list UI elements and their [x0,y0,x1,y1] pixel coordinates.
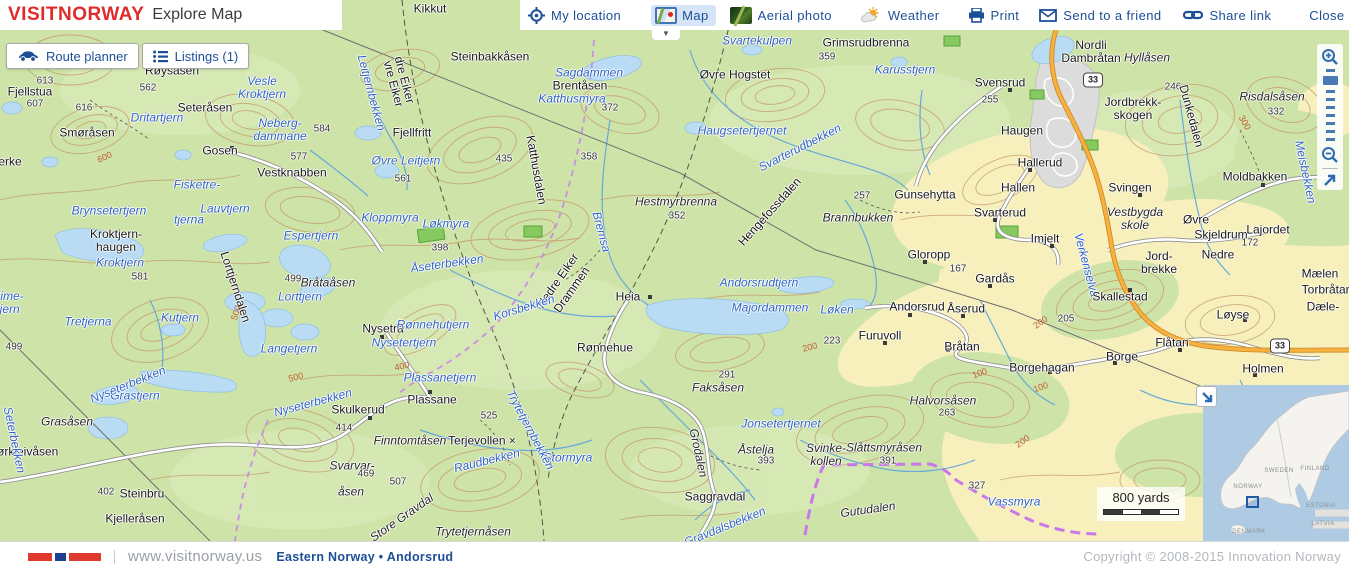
zoom-slider-handle[interactable] [1323,76,1338,85]
scale-bar [1103,509,1179,515]
share-link-button[interactable]: Share link [1183,8,1271,23]
weather-button[interactable]: Weather [860,7,940,23]
fullscreen-arrow-icon[interactable] [1323,173,1337,187]
zoom-slider-tick[interactable] [1326,90,1335,93]
aerial-photo-button[interactable]: Aerial photo [730,7,832,24]
location-target-icon [528,7,545,24]
weather-sun-cloud-icon [860,7,882,23]
breadcrumb-location: Eastern Norway • Andorsrud [276,550,453,564]
page-title: Explore Map [152,6,242,24]
send-to-friend-label: Send to a friend [1063,8,1161,23]
zoom-slider-tick[interactable] [1326,114,1335,117]
car-icon [17,50,39,62]
weather-label: Weather [888,8,940,23]
top-toolbar: My location Map Aerial photo Weather [520,0,1349,30]
zoom-slider-tick[interactable] [1326,122,1335,125]
envelope-icon [1039,9,1057,22]
minimap-country-label: NORWAY [1233,484,1262,490]
scale-label: 800 yards [1112,490,1169,505]
listings-icon [153,50,168,63]
map-view-button[interactable]: Map [651,5,716,26]
route-planner-button[interactable]: Route planner [6,43,139,69]
minimap-country-label: LATVIA [1311,521,1334,527]
print-label: Print [991,8,1020,23]
share-link-label: Share link [1209,8,1271,23]
collapse-arrow-icon [1201,391,1213,403]
zoom-in-icon[interactable] [1321,48,1339,66]
minimap-country-label: SWEDEN [1264,468,1293,474]
listings-label: Listings (1) [175,49,239,64]
listings-button[interactable]: Listings (1) [142,43,250,69]
overview-minimap[interactable]: NORWAY SWEDEN FINLAND ESTONIA LATVIA DENMARK [1203,385,1349,541]
zoom-slider-tick[interactable] [1326,138,1335,141]
close-map-button[interactable]: Close map ✖ [1309,8,1349,23]
zoom-control [1317,44,1343,190]
visitnorway-logo[interactable]: VISITNORWAY [8,4,144,26]
footer-divider [114,550,115,564]
logo-panel: VISITNORWAY Explore Map [0,0,342,30]
site-url-link[interactable]: www.visitnorway.us [128,548,262,565]
map-thumbnail-icon [655,7,677,24]
map-view-label: Map [682,8,709,23]
zoom-slider-tick[interactable] [1326,106,1335,109]
send-to-friend-button[interactable]: Send to a friend [1039,8,1161,23]
minimap-scandinavia [1203,385,1349,541]
map-style-dropdown-caret[interactable]: ▼ [652,30,680,40]
scale-indicator: 800 yards [1097,487,1185,521]
footer-bar: www.visitnorway.us Eastern Norway • Ando… [0,541,1349,571]
norway-flag-icon [28,553,101,561]
minimap-country-label: ESTONIA [1306,503,1336,509]
printer-icon [968,8,985,23]
print-button[interactable]: Print [968,8,1020,23]
route-planner-label: Route planner [46,49,128,64]
copyright-text: Copyright © 2008-2015 Innovation Norway [1083,549,1341,564]
chain-link-icon [1183,9,1203,21]
aerial-photo-label: Aerial photo [758,8,832,23]
zoom-out-icon[interactable] [1321,146,1339,164]
zoom-slider-tick[interactable] [1326,69,1335,72]
zoom-divider [1322,168,1338,169]
minimap-country-label: FINLAND [1300,466,1329,472]
close-map-label: Close map [1309,8,1349,23]
zoom-slider-tick[interactable] [1326,130,1335,133]
minimap-viewport-rect[interactable] [1246,496,1259,508]
aerial-thumbnail-icon [730,7,752,24]
zoom-slider-tick[interactable] [1326,98,1335,101]
topographic-map-canvas[interactable] [0,0,1349,541]
minimap-collapse-button[interactable] [1196,386,1217,407]
my-location-label: My location [551,8,621,23]
my-location-button[interactable]: My location [528,7,621,24]
minimap-country-label: DENMARK [1232,529,1266,535]
explore-map-page: KikkutSvartekulpenGrimsrudbrenna359Nordl… [0,0,1349,571]
